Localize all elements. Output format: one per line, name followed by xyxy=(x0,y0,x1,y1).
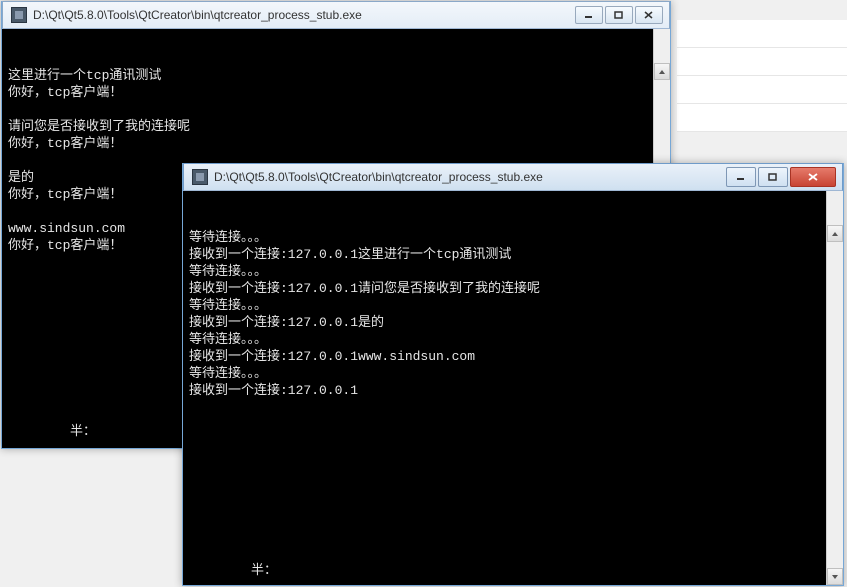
console-line: 接收到一个连接:127.0.0.1 xyxy=(189,382,837,399)
console-line: 等待连接。。。 xyxy=(189,229,837,246)
chevron-up-icon xyxy=(831,231,839,237)
background-ruled-area xyxy=(677,20,847,140)
scroll-up-button[interactable] xyxy=(654,63,670,80)
window-buttons-1 xyxy=(573,6,663,24)
input-prompt-2[interactable]: 半： xyxy=(251,562,277,579)
close-icon xyxy=(807,173,819,181)
minimize-icon xyxy=(736,173,746,181)
close-icon xyxy=(644,11,654,19)
titlebar-2[interactable]: D:\Qt\Qt5.8.0\Tools\QtCreator\bin\qtcrea… xyxy=(183,163,843,191)
console-line: 接收到一个连接:127.0.0.1这里进行一个tcp通讯测试 xyxy=(189,246,837,263)
minimize-button[interactable] xyxy=(726,167,756,187)
console-line: 等待连接。。。 xyxy=(189,297,837,314)
console-line: 接收到一个连接:127.0.0.1请问您是否接收到了我的连接呢 xyxy=(189,280,837,297)
console-line: 等待连接。。。 xyxy=(189,365,837,382)
console-line: 等待连接。。。 xyxy=(189,263,837,280)
titlebar-1[interactable]: D:\Qt\Qt5.8.0\Tools\QtCreator\bin\qtcrea… xyxy=(2,1,670,29)
maximize-icon xyxy=(614,11,624,19)
scroll-up-button[interactable] xyxy=(827,225,843,242)
window-buttons-2 xyxy=(724,167,836,187)
console-line: 等待连接。。。 xyxy=(189,331,837,348)
minimize-icon xyxy=(584,11,594,19)
chevron-down-icon xyxy=(831,574,839,580)
close-button[interactable] xyxy=(635,6,663,24)
scrollbar-2[interactable] xyxy=(826,191,843,585)
console-line: 请问您是否接收到了我的连接呢 xyxy=(8,118,664,135)
app-icon xyxy=(192,169,208,185)
app-icon xyxy=(11,7,27,23)
input-prompt-1[interactable]: 半： xyxy=(70,423,96,440)
console-line: 你好，tcp客户端！ xyxy=(8,135,664,152)
window-title-2: D:\Qt\Qt5.8.0\Tools\QtCreator\bin\qtcrea… xyxy=(214,170,724,184)
minimize-button[interactable] xyxy=(575,6,603,24)
maximize-button[interactable] xyxy=(758,167,788,187)
scroll-down-button[interactable] xyxy=(827,568,843,585)
console-line: 你好，tcp客户端！ xyxy=(8,84,664,101)
console-line: 这里进行一个tcp通讯测试 xyxy=(8,67,664,84)
console-line: 接收到一个连接:127.0.0.1是的 xyxy=(189,314,837,331)
maximize-icon xyxy=(768,173,778,181)
close-button[interactable] xyxy=(790,167,836,187)
maximize-button[interactable] xyxy=(605,6,633,24)
console-window-2: D:\Qt\Qt5.8.0\Tools\QtCreator\bin\qtcrea… xyxy=(182,163,844,586)
console-line: 接收到一个连接:127.0.0.1www.sindsun.com xyxy=(189,348,837,365)
window-title-1: D:\Qt\Qt5.8.0\Tools\QtCreator\bin\qtcrea… xyxy=(33,8,573,22)
chevron-up-icon xyxy=(658,69,666,75)
console-line xyxy=(8,101,664,118)
console-output-2: 等待连接。。。接收到一个连接:127.0.0.1这里进行一个tcp通讯测试等待连… xyxy=(183,191,843,585)
